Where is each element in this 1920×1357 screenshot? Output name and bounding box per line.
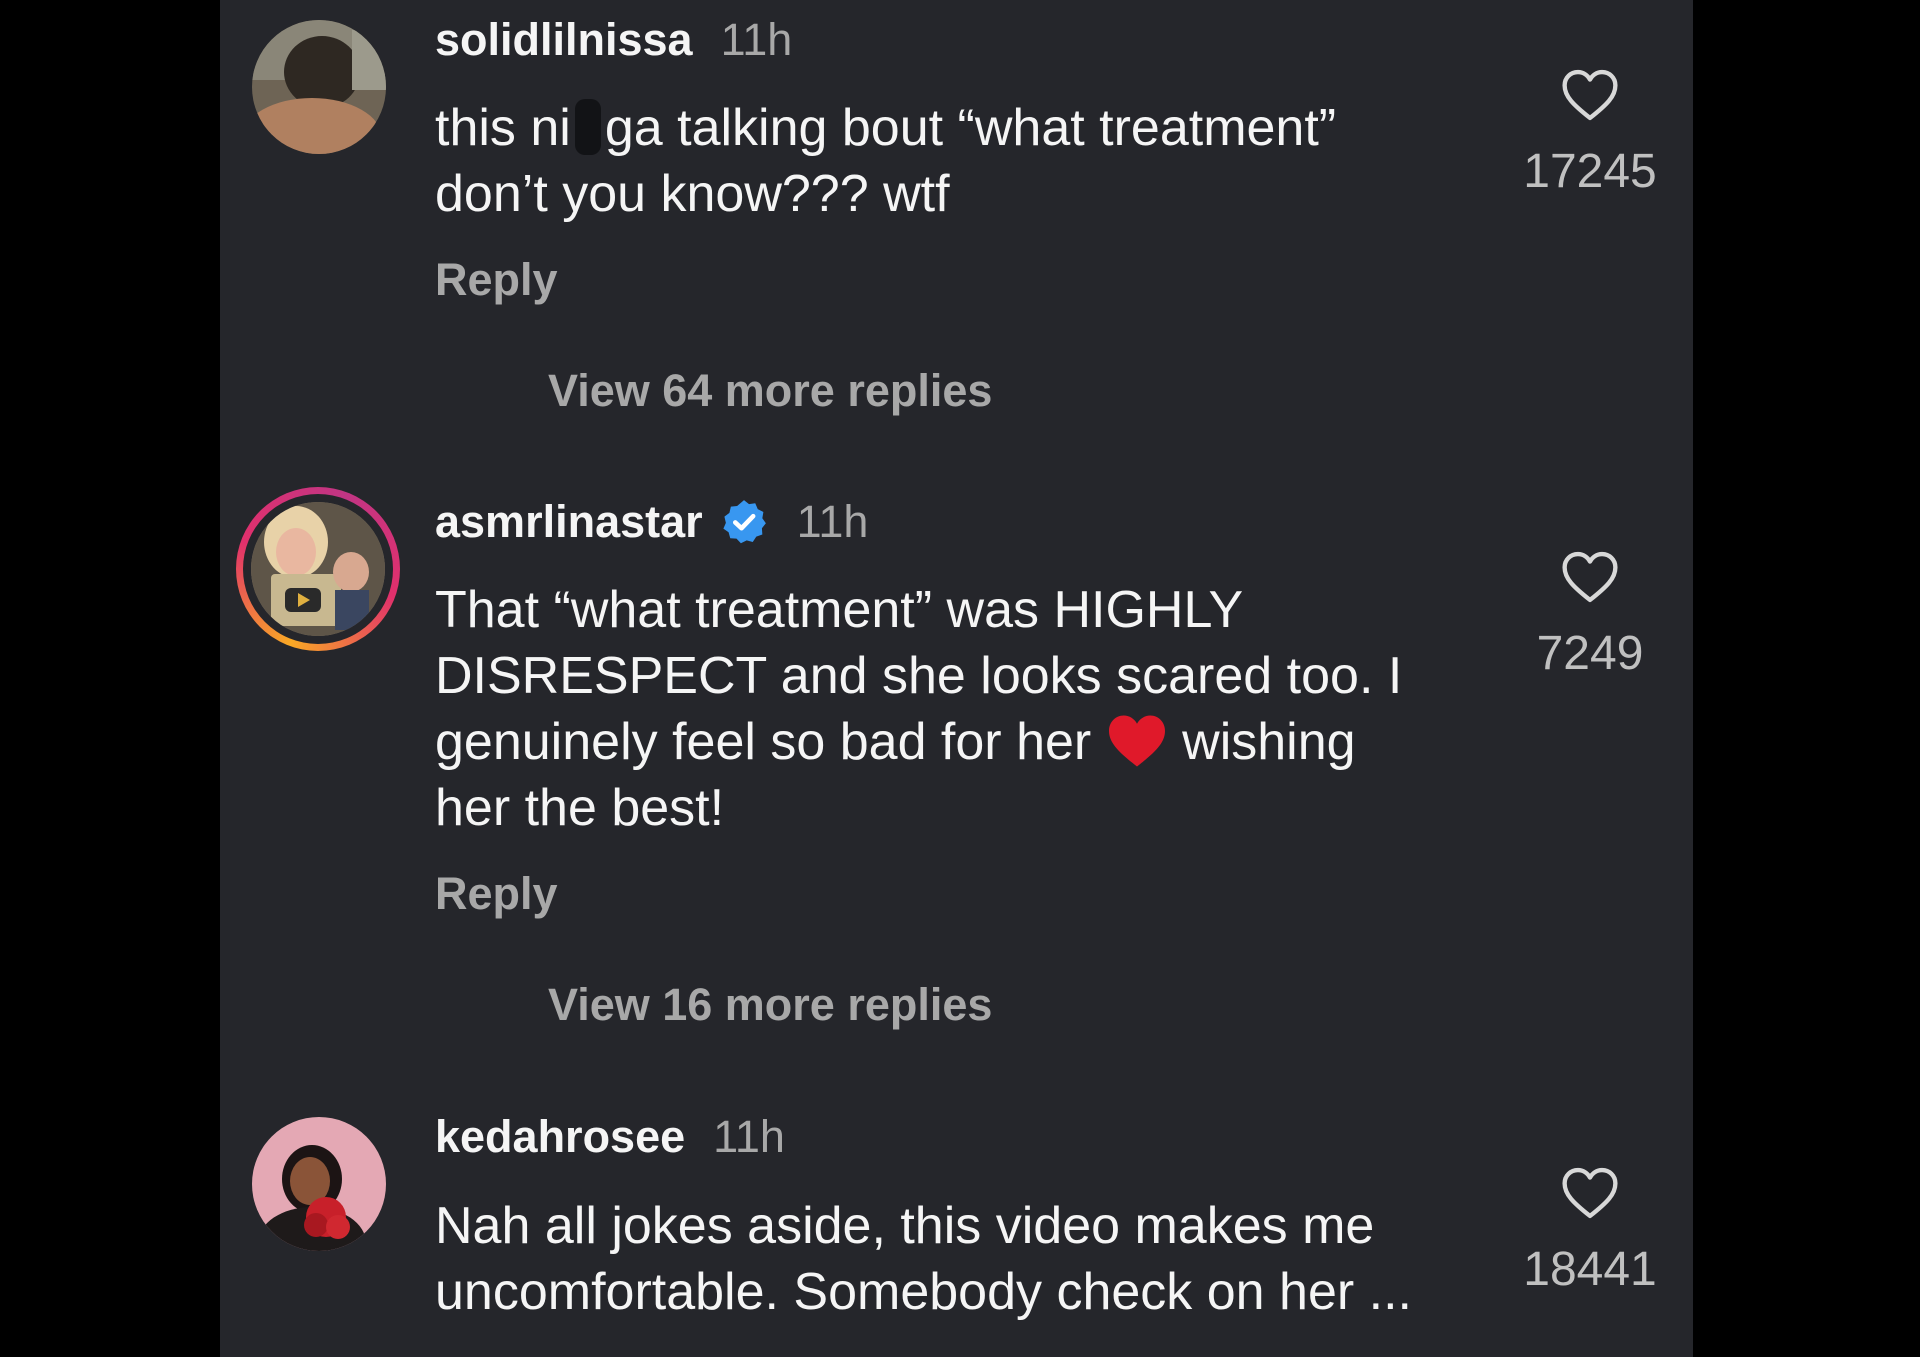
timestamp: 11h	[796, 496, 869, 547]
heart-outline-icon	[1562, 551, 1618, 603]
avatar	[251, 502, 385, 636]
comment-text-part: this ni	[435, 99, 571, 157]
avatar-photo	[252, 1117, 386, 1251]
avatar[interactable]	[252, 1117, 386, 1251]
red-heart-emoji	[1108, 715, 1165, 767]
comments-panel: solidlilnissa 11h this ni ga talking bout …	[220, 0, 1693, 1357]
comment-header: kedahrosee 11h	[435, 1111, 785, 1163]
like-button[interactable]: 17245	[1520, 68, 1660, 199]
like-count: 18441	[1523, 1243, 1657, 1296]
like-count: 17245	[1523, 145, 1657, 198]
timestamp: 11h	[720, 14, 793, 65]
comment-header: solidlilnissa 11h	[435, 14, 792, 66]
like-count: 7249	[1536, 627, 1644, 680]
username[interactable]: asmrlinastar	[435, 496, 703, 547]
like-button[interactable]: 7249	[1520, 550, 1660, 681]
reply-button[interactable]: Reply	[435, 868, 558, 920]
view-more-replies-button[interactable]: View 16 more replies	[548, 979, 992, 1031]
comment-text: this ni ga talking bout “what treatment” …	[435, 95, 1445, 227]
heart-outline-icon	[1562, 69, 1618, 121]
avatar-photo	[252, 20, 386, 154]
reply-button[interactable]: Reply	[435, 254, 558, 306]
censor-mark	[574, 99, 601, 155]
username[interactable]: kedahrosee	[435, 1111, 685, 1162]
comment-header: asmrlinastar 11h	[435, 496, 868, 548]
avatar-photo	[251, 502, 385, 636]
comment-text: Nah all jokes aside, this video makes me…	[435, 1197, 1412, 1321]
timestamp: 11h	[713, 1111, 785, 1162]
heart-outline-icon	[1562, 1167, 1618, 1219]
like-button[interactable]: 18441	[1520, 1166, 1660, 1297]
avatar-story-ring[interactable]	[236, 487, 400, 651]
view-more-replies-button[interactable]: View 64 more replies	[548, 365, 992, 417]
verified-badge-icon	[723, 500, 766, 544]
comment-text: That “what treatment” was HIGHLY DISRESP…	[435, 577, 1445, 841]
avatar[interactable]	[252, 20, 386, 154]
username[interactable]: solidlilnissa	[435, 14, 693, 65]
